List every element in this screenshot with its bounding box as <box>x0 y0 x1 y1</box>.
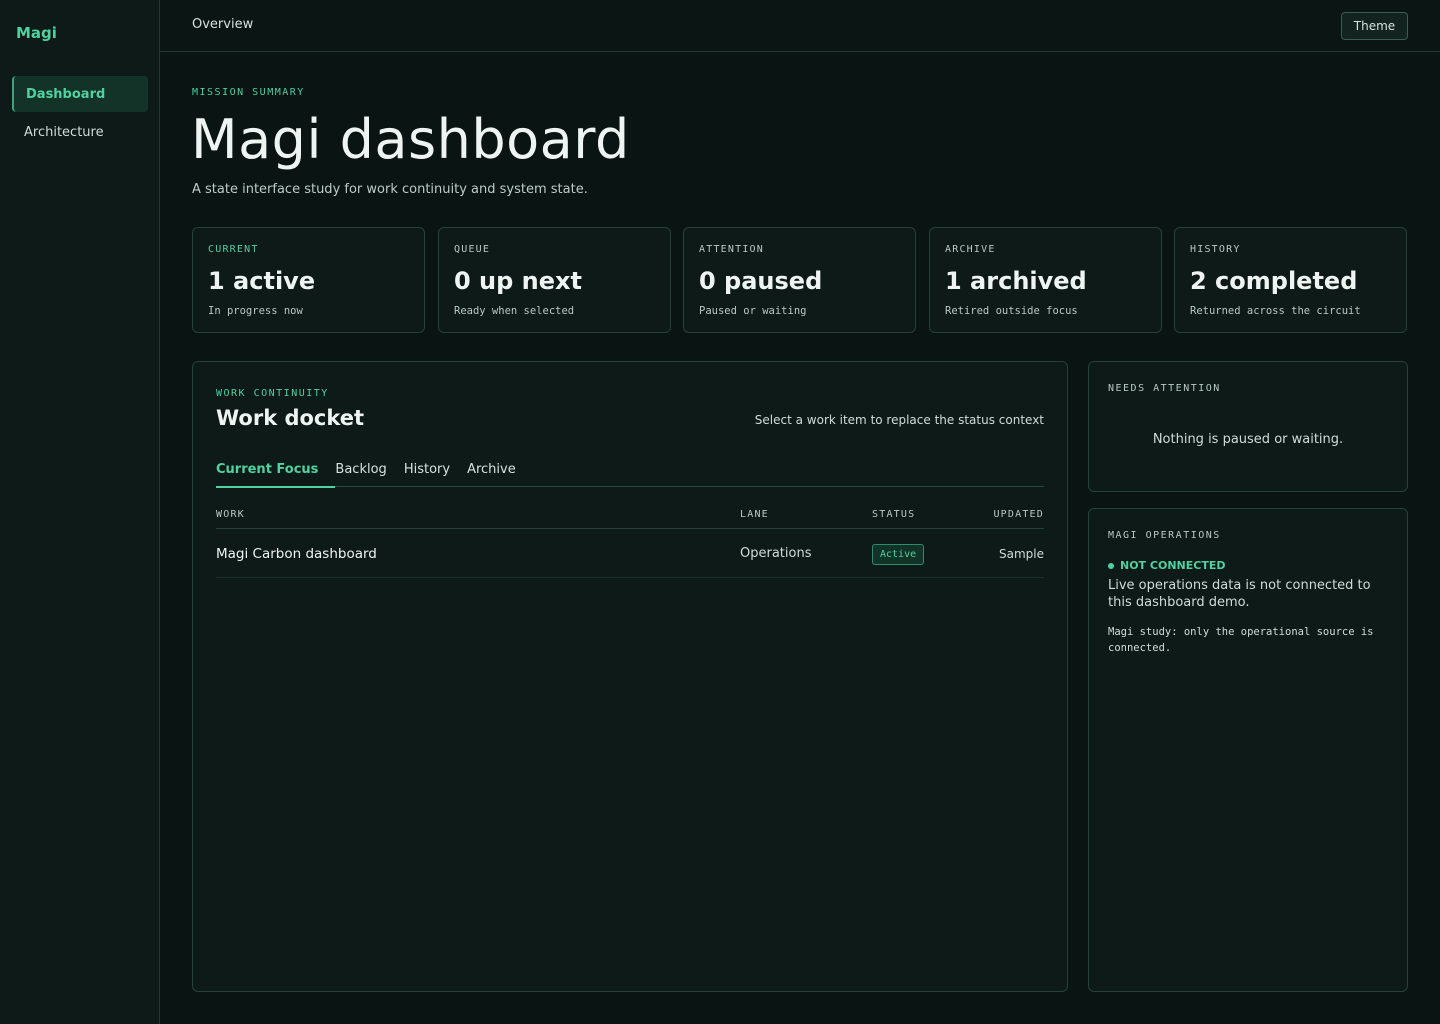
tab-history[interactable]: History <box>404 458 450 487</box>
stat-value: 0 up next <box>454 267 582 295</box>
column-header-status: STATUS <box>872 509 916 520</box>
ops-description: Live operations data is not connected to… <box>1108 578 1371 610</box>
sidebar-item-dashboard[interactable]: Dashboard <box>12 76 148 112</box>
table-row[interactable]: Magi Carbon dashboard Operations Active … <box>216 529 1044 578</box>
stat-note: Ready when selected <box>454 305 575 317</box>
page-title: Magi dashboard <box>191 108 630 171</box>
stat-card-queue: QUEUE 0 up next Ready when selected <box>438 227 671 333</box>
needs-attention-panel: NEEDS ATTENTION Nothing is paused or wai… <box>1088 361 1408 492</box>
column-header-updated: UPDATED <box>993 509 1044 520</box>
stat-value: 1 active <box>208 267 316 295</box>
cell-work: Magi Carbon dashboard <box>216 546 377 562</box>
operations-panel: MAGI OPERATIONS NOT CONNECTED Live opera… <box>1088 508 1408 992</box>
brand-logo[interactable]: Magi <box>16 24 57 42</box>
status-dot-icon <box>1108 562 1114 569</box>
sidebar-item-label: Dashboard <box>26 86 106 102</box>
column-header-lane: LANE <box>740 509 769 520</box>
connection-status: NOT CONNECTED <box>1108 559 1225 572</box>
page-subtitle: A state interface study for work continu… <box>192 182 588 197</box>
needs-eyebrow: NEEDS ATTENTION <box>1108 383 1221 394</box>
stat-note: In progress now <box>208 305 303 317</box>
cell-lane: Operations <box>740 546 812 561</box>
docket-tabs: Current Focus Backlog History Archive <box>216 458 1044 488</box>
topbar: Overview Theme <box>160 0 1440 52</box>
ops-note: Magi study: only the operational source … <box>1108 626 1374 654</box>
theme-button[interactable]: Theme <box>1341 12 1408 40</box>
tab-backlog[interactable]: Backlog <box>335 458 386 487</box>
stat-note: Returned across the circuit <box>1190 305 1361 317</box>
stat-label: QUEUE <box>454 244 491 255</box>
work-docket-panel: WORK CONTINUITY Work docket Select a wor… <box>192 361 1068 992</box>
breadcrumb: Overview <box>192 17 254 32</box>
stat-value: 2 completed <box>1190 267 1358 295</box>
tab-archive[interactable]: Archive <box>467 458 516 487</box>
sidebar: Magi Dashboard Architecture <box>0 0 160 1024</box>
column-header-work: WORK <box>216 509 245 520</box>
stat-label: ARCHIVE <box>945 244 996 255</box>
stat-card-attention: ATTENTION 0 paused Paused or waiting <box>683 227 916 333</box>
sidebar-item-label: Architecture <box>24 124 104 140</box>
stat-note: Retired outside focus <box>945 305 1078 317</box>
sidebar-item-architecture[interactable]: Architecture <box>12 114 148 150</box>
tab-current-focus[interactable]: Current Focus <box>216 458 336 488</box>
connection-status-label: NOT CONNECTED <box>1120 559 1226 572</box>
empty-state-message: Nothing is paused or waiting. <box>1152 432 1344 447</box>
page-eyebrow: MISSION SUMMARY <box>192 87 305 98</box>
docket-eyebrow: WORK CONTINUITY <box>216 388 329 399</box>
cell-updated: Sample <box>999 547 1044 561</box>
stat-label: HISTORY <box>1190 244 1241 255</box>
ops-eyebrow: MAGI OPERATIONS <box>1108 530 1221 541</box>
stat-value: 1 archived <box>945 267 1087 295</box>
stat-card-archive: ARCHIVE 1 archived Retired outside focus <box>929 227 1162 333</box>
stat-label: ATTENTION <box>699 244 764 255</box>
status-badge: Active <box>872 544 925 565</box>
docket-hint: Select a work item to replace the status… <box>754 413 1044 427</box>
stat-card-current: CURRENT 1 active In progress now <box>192 227 425 333</box>
docket-title: Work docket <box>216 406 365 430</box>
stat-value: 0 paused <box>699 267 823 295</box>
stat-note: Paused or waiting <box>699 305 807 317</box>
stat-card-history: HISTORY 2 completed Returned across the … <box>1174 227 1407 333</box>
stat-label: CURRENT <box>208 244 259 255</box>
